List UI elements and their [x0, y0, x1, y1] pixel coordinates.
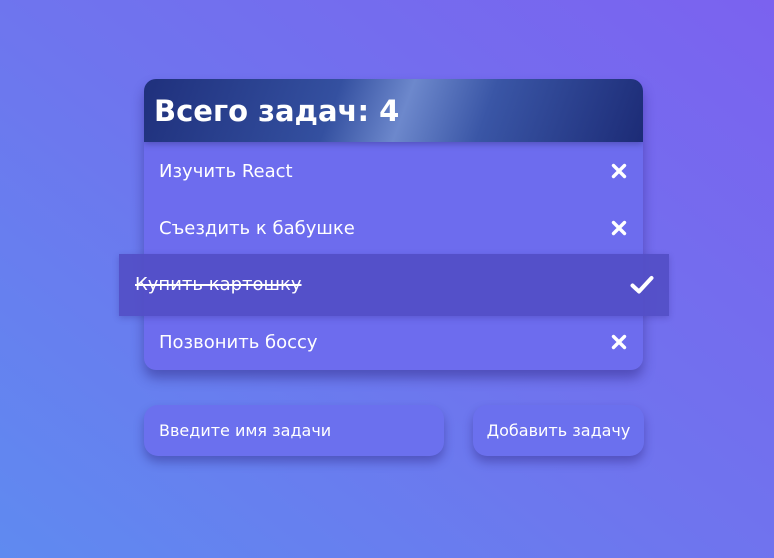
task-item-completed[interactable]: Купить картошку [119, 254, 669, 316]
check-icon[interactable] [627, 270, 657, 300]
task-label[interactable]: Позвонить боссу [159, 314, 318, 371]
task-item[interactable]: Позвонить боссу [144, 314, 643, 371]
close-icon[interactable] [605, 214, 633, 242]
close-icon[interactable] [605, 328, 633, 356]
add-task-button[interactable]: Добавить задачу [473, 405, 644, 456]
task-count-title: Всего задач: 4 [154, 94, 400, 128]
task-item[interactable]: Изучить React [144, 143, 643, 200]
task-card-header: Всего задач: 4 [144, 79, 643, 142]
task-label[interactable]: Съездить к бабушке [159, 200, 355, 257]
task-label[interactable]: Изучить React [159, 143, 293, 200]
task-label[interactable]: Купить картошку [135, 254, 302, 316]
task-name-input[interactable] [144, 405, 444, 456]
close-icon[interactable] [605, 157, 633, 185]
task-item[interactable]: Съездить к бабушке [144, 200, 643, 257]
